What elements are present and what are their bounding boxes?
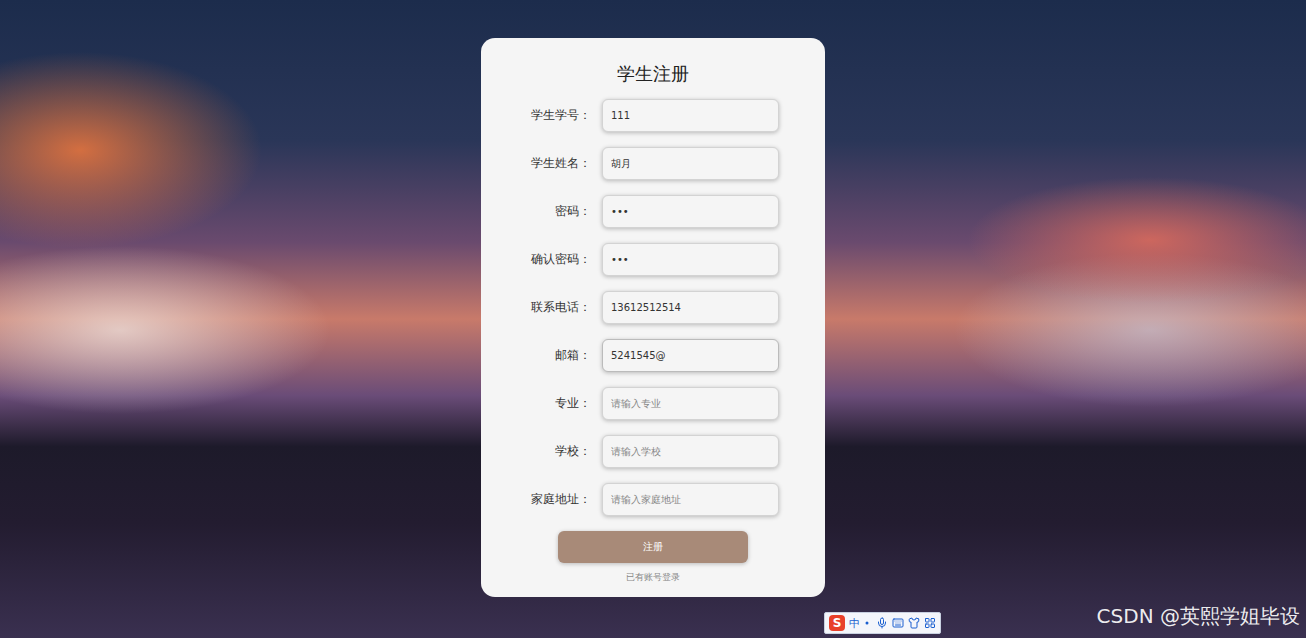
text-field[interactable] [602, 483, 779, 516]
skin-icon[interactable] [908, 617, 920, 629]
field-label: 联系电话： [481, 299, 591, 316]
field-label: 专业： [481, 395, 591, 412]
text-field[interactable] [602, 291, 779, 324]
punctuation-icon[interactable] [864, 619, 872, 627]
text-field[interactable] [602, 435, 779, 468]
text-field[interactable] [602, 99, 779, 132]
form-row: 学校： [481, 435, 779, 468]
field-list: 学生学号： 学生姓名： 密码： 确认密码： 联系电话： 邮箱： 专业： 学校： 家庭地址： [481, 99, 779, 516]
text-field[interactable] [602, 243, 779, 276]
ime-toolbar: S中 [824, 612, 941, 634]
watermark: CSDN @英熙学姐毕设 [1097, 603, 1300, 630]
text-field[interactable] [602, 147, 779, 180]
login-link[interactable]: 已有账号登录 [626, 571, 680, 583]
ime-mode[interactable]: 中 [849, 616, 860, 631]
field-label: 学生姓名： [481, 155, 591, 172]
card-title: 学生注册 [617, 62, 689, 86]
register-button[interactable]: 注册 [558, 531, 748, 563]
form-row: 家庭地址： [481, 483, 779, 516]
form-row: 确认密码： [481, 243, 779, 276]
field-label: 邮箱： [481, 347, 591, 364]
text-field[interactable] [602, 387, 779, 420]
field-label: 家庭地址： [481, 491, 591, 508]
form-row: 学生学号： [481, 99, 779, 132]
field-label: 学校： [481, 443, 591, 460]
toolbox-icon[interactable] [924, 617, 936, 629]
text-field[interactable] [602, 339, 779, 372]
register-card: 学生注册学生学号： 学生姓名： 密码： 确认密码： 联系电话： 邮箱： 专业： 学校： 家庭地址… [481, 38, 825, 597]
form-row: 密码： [481, 195, 779, 228]
form-row: 联系电话： [481, 291, 779, 324]
ime-logo[interactable]: S [829, 615, 845, 631]
page-background: 学生注册学生学号： 学生姓名： 密码： 确认密码： 联系电话： 邮箱： 专业： 学校： 家庭地址… [0, 0, 1306, 638]
mic-icon[interactable] [876, 617, 888, 629]
field-label: 密码： [481, 203, 591, 220]
form-row: 邮箱： [481, 339, 779, 372]
keyboard-icon[interactable] [892, 617, 904, 629]
form-row: 专业： [481, 387, 779, 420]
text-field[interactable] [602, 195, 779, 228]
field-label: 学生学号： [481, 107, 591, 124]
form-row: 学生姓名： [481, 147, 779, 180]
field-label: 确认密码： [481, 251, 591, 268]
